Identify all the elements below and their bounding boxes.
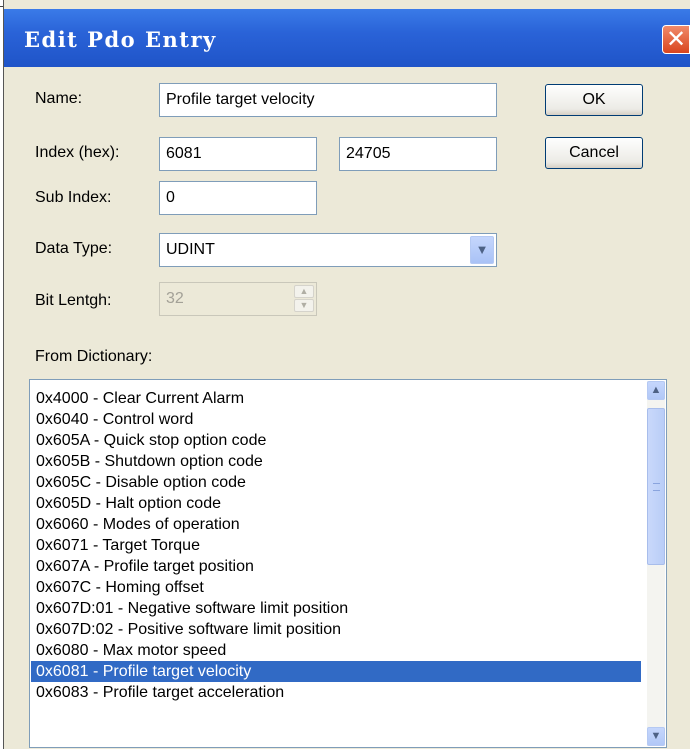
datatype-select[interactable]: UDINT ▼ bbox=[159, 233, 497, 267]
list-item[interactable]: 0x6071 - Target Torque bbox=[36, 535, 200, 556]
chevron-down-icon[interactable]: ▼ bbox=[470, 236, 494, 264]
window-title: Edit Pdo Entry bbox=[24, 27, 217, 52]
close-icon: ✕ bbox=[665, 25, 687, 53]
list-item[interactable]: 0x607C - Homing offset bbox=[36, 577, 204, 598]
datatype-value: UDINT bbox=[166, 241, 215, 258]
list-item[interactable]: 0x605B - Shutdown option code bbox=[36, 451, 263, 472]
dictionary-label: From Dictionary: bbox=[35, 348, 153, 365]
list-item[interactable]: 0x6040 - Control word bbox=[36, 409, 193, 430]
index-hex-input[interactable]: 6081 bbox=[159, 137, 317, 171]
vertical-scrollbar[interactable]: ▲ ▼ bbox=[647, 381, 665, 746]
dictionary-list[interactable]: 0x4000 - Clear Current Alarm 0x6040 - Co… bbox=[29, 379, 667, 748]
list-item[interactable]: 0x605D - Halt option code bbox=[36, 493, 221, 514]
list-item-selected[interactable]: 0x6081 - Profile target velocity bbox=[31, 661, 641, 682]
list-item[interactable]: 0x607A - Profile target position bbox=[36, 556, 254, 577]
cancel-button[interactable]: Cancel bbox=[545, 137, 643, 169]
scrollbar-thumb[interactable] bbox=[647, 408, 665, 565]
list-item[interactable]: 0x607D:01 - Negative software limit posi… bbox=[36, 598, 348, 619]
list-item[interactable]: 0x6060 - Modes of operation bbox=[36, 514, 240, 535]
ok-button[interactable]: OK bbox=[545, 84, 643, 116]
bitlength-label: Bit Lentgh: bbox=[35, 292, 112, 309]
list-item[interactable]: 0x605C - Disable option code bbox=[36, 472, 246, 493]
index-label: Index (hex): bbox=[35, 144, 120, 161]
scroll-down-icon[interactable]: ▼ bbox=[647, 727, 665, 746]
name-label: Name: bbox=[35, 90, 83, 107]
grip-icon bbox=[653, 483, 660, 491]
subindex-label: Sub Index: bbox=[35, 189, 112, 206]
datatype-label: Data Type: bbox=[35, 240, 113, 257]
list-item[interactable]: 0x607D:02 - Positive software limit posi… bbox=[36, 619, 341, 640]
index-decimal-input[interactable]: 24705 bbox=[339, 137, 497, 171]
close-button[interactable]: ✕ bbox=[662, 25, 690, 54]
spin-down-icon: ▼ bbox=[294, 299, 314, 312]
subindex-input[interactable]: 0 bbox=[159, 181, 317, 215]
spin-buttons: ▲ ▼ bbox=[294, 285, 314, 313]
list-item[interactable]: 0x6080 - Max motor speed bbox=[36, 640, 226, 661]
list-item[interactable]: 0x605A - Quick stop option code bbox=[36, 430, 266, 451]
bitlength-value: 32 bbox=[166, 290, 184, 307]
list-item[interactable]: 0x4000 - Clear Current Alarm bbox=[36, 388, 244, 409]
scroll-up-icon[interactable]: ▲ bbox=[647, 381, 665, 400]
spin-up-icon: ▲ bbox=[294, 285, 314, 298]
name-input[interactable]: Profile target velocity bbox=[159, 83, 497, 117]
list-item[interactable]: 0x6083 - Profile target acceleration bbox=[36, 682, 284, 703]
bitlength-spinner: 32 ▲ ▼ bbox=[159, 282, 317, 316]
title-bar[interactable]: Edit Pdo Entry ✕ bbox=[4, 9, 690, 67]
